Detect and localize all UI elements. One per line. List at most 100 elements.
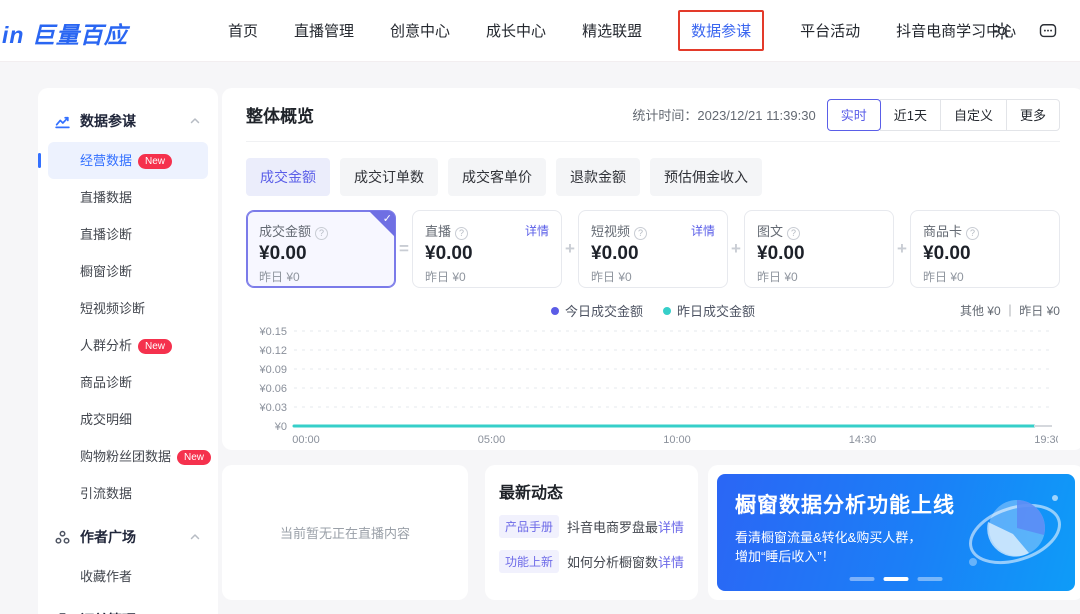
- sidebar-item-0-7[interactable]: 成交明细: [48, 401, 208, 438]
- nav-item-4[interactable]: 精选联盟: [582, 20, 642, 41]
- nav-item-6[interactable]: 平台活动: [800, 20, 860, 41]
- metric-card-2[interactable]: 短视频?详情¥0.00昨日 ¥0: [578, 210, 728, 288]
- sidebar-item-label: 引流数据: [80, 486, 132, 501]
- nav-item-5[interactable]: 数据参谋: [678, 10, 764, 51]
- new-badge: New: [177, 450, 211, 465]
- help-icon[interactable]: ?: [455, 227, 468, 240]
- svg-text:¥0.12: ¥0.12: [258, 345, 287, 357]
- settings-icon[interactable]: [992, 21, 1012, 41]
- metric-cards-row: 成交金额?¥0.00昨日 ¥0✓=直播?详情¥0.00昨日 ¥0+短视频?详情¥…: [246, 210, 1060, 288]
- nav-item-1[interactable]: 直播管理: [294, 20, 354, 41]
- chart-legend: 今日成交金额 昨日成交金额: [246, 301, 1060, 320]
- sidebar-item-0-1[interactable]: 直播数据: [48, 179, 208, 216]
- sidebar-item-0-4[interactable]: 短视频诊断: [48, 290, 208, 327]
- detail-link[interactable]: 详情: [658, 517, 684, 536]
- overview-panel: 整体概览 统计时间：2023/12/21 11:39:30 实时近1天自定义更多…: [222, 88, 1080, 450]
- metric-card-value: ¥0.00: [591, 243, 715, 265]
- metric-tab-3[interactable]: 退款金额: [556, 158, 640, 196]
- metric-tab-4[interactable]: 预估佣金收入: [650, 158, 762, 196]
- time-filter-1[interactable]: 近1天: [880, 99, 941, 131]
- help-icon[interactable]: ?: [966, 227, 979, 240]
- svg-text:¥0.06: ¥0.06: [258, 383, 287, 395]
- time-filter-2[interactable]: 自定义: [940, 99, 1007, 131]
- metric-card-head: 图文?: [757, 221, 881, 240]
- time-filter-0[interactable]: 实时: [827, 99, 881, 131]
- metric-card-4[interactable]: 商品卡?¥0.00昨日 ¥0: [910, 210, 1060, 288]
- time-filter-3[interactable]: 更多: [1006, 99, 1060, 131]
- news-item-0: 产品手册抖音电商罗盘最全最...详情: [499, 515, 684, 538]
- sidebar-item-0-3[interactable]: 橱窗诊断: [48, 253, 208, 290]
- svg-text:¥0: ¥0: [274, 421, 287, 433]
- nav-item-2[interactable]: 创意中心: [390, 20, 450, 41]
- metric-card-title: 直播?: [425, 221, 468, 240]
- svg-text:¥0.03: ¥0.03: [258, 402, 287, 414]
- sidebar-section-header-2[interactable]: 订单管理: [48, 603, 208, 614]
- sidebar-section-header-1[interactable]: 作者广场: [48, 520, 208, 554]
- legend-dot: [663, 307, 671, 315]
- metric-card-title: 商品卡?: [923, 221, 979, 240]
- chevron-up-icon: [188, 530, 202, 544]
- detail-link[interactable]: 详情: [691, 222, 715, 239]
- metric-card-head: 短视频?详情: [591, 221, 715, 240]
- metric-card-yesterday: 昨日 ¥0: [259, 268, 383, 285]
- sidebar-item-0-8[interactable]: 购物粉丝团数据 New: [48, 438, 208, 475]
- carousel-dot-1[interactable]: [884, 577, 909, 581]
- news-title: 最新动态: [499, 479, 684, 503]
- sidebar-item-label: 购物粉丝团数据: [80, 449, 171, 464]
- metric-tab-1[interactable]: 成交订单数: [340, 158, 438, 196]
- detail-link[interactable]: 详情: [525, 222, 549, 239]
- promo-banner[interactable]: 橱窗数据分析功能上线 看清橱窗流量&转化&购买人群， 增加“睡后收入”！: [717, 474, 1075, 591]
- sidebar-section-0: 数据参谋经营数据 New 直播数据直播诊断橱窗诊断短视频诊断人群分析New 商品诊断成…: [48, 104, 208, 512]
- svg-text:¥0.09: ¥0.09: [258, 364, 287, 376]
- sidebar-item-0-2[interactable]: 直播诊断: [48, 216, 208, 253]
- sidebar-item-label: 成交明细: [80, 412, 132, 427]
- sidebar-section-title: 订单管理: [80, 610, 188, 614]
- sidebar-item-label: 商品诊断: [80, 375, 132, 390]
- help-icon[interactable]: ?: [315, 227, 328, 240]
- new-badge: New: [138, 154, 172, 169]
- banner-card: 橱窗数据分析功能上线 看清橱窗流量&转化&购买人群， 增加“睡后收入”！: [708, 465, 1080, 600]
- detail-link[interactable]: 详情: [658, 552, 684, 571]
- sidebar-item-0-9[interactable]: 引流数据: [48, 475, 208, 512]
- carousel-dot-2[interactable]: [918, 577, 943, 581]
- metric-card-value: ¥0.00: [259, 243, 383, 265]
- sidebar-section-header-0[interactable]: 数据参谋: [48, 104, 208, 138]
- sidebar-section-title: 数据参谋: [80, 111, 188, 131]
- metric-card-yesterday: 昨日 ¥0: [425, 268, 549, 285]
- metric-card-0[interactable]: 成交金额?¥0.00昨日 ¥0✓: [246, 210, 396, 288]
- metric-card-value: ¥0.00: [425, 243, 549, 265]
- help-icon[interactable]: ?: [787, 227, 800, 240]
- carousel-dot-0[interactable]: [850, 577, 875, 581]
- sidebar: 数据参谋经营数据 New 直播数据直播诊断橱窗诊断短视频诊断人群分析New 商品诊断成…: [38, 88, 218, 614]
- metric-card-3[interactable]: 图文?¥0.00昨日 ¥0: [744, 210, 894, 288]
- top-navigation: in 巨量百应 首页直播管理创意中心成长中心精选联盟数据参谋平台活动抖音电商学习…: [0, 0, 1080, 62]
- main-content: 整体概览 统计时间：2023/12/21 11:39:30 实时近1天自定义更多…: [222, 88, 1080, 450]
- sidebar-item-1-0[interactable]: 收藏作者: [48, 558, 208, 595]
- carousel-dots: [850, 577, 943, 581]
- sidebar-item-0-6[interactable]: 商品诊断: [48, 364, 208, 401]
- overview-header: 整体概览 统计时间：2023/12/21 11:39:30 实时近1天自定义更多: [246, 88, 1060, 142]
- nav-action-icons: [992, 21, 1058, 41]
- metric-card-yesterday: 昨日 ¥0: [591, 268, 715, 285]
- news-text: 如何分析橱窗数据，...: [567, 552, 658, 571]
- legend-item-1[interactable]: 昨日成交金额: [663, 301, 755, 320]
- page-title: 整体概览: [246, 102, 314, 127]
- metric-card-1[interactable]: 直播? 详情 ¥0.00 昨日 ¥0: [412, 210, 562, 288]
- news-card: 最新动态 产品手册抖音电商罗盘最全最...详情功能上新如何分析橱窗数据，...详…: [485, 465, 698, 600]
- metric-tab-0[interactable]: 成交金额: [246, 158, 330, 196]
- sidebar-item-0-5[interactable]: 人群分析New: [48, 327, 208, 364]
- metric-tab-2[interactable]: 成交客单价: [448, 158, 546, 196]
- message-icon[interactable]: [1038, 21, 1058, 41]
- operator-icon: =: [396, 239, 412, 259]
- metric-card-head: 成交金额?: [259, 221, 383, 240]
- sidebar-section-items: 经营数据 New 直播数据直播诊断橱窗诊断短视频诊断人群分析New 商品诊断成交明细购…: [48, 142, 208, 512]
- brand-logo[interactable]: in 巨量百应: [2, 16, 128, 50]
- operator-icon: +: [894, 239, 910, 259]
- nav-item-3[interactable]: 成长中心: [486, 20, 546, 41]
- sidebar-item-label: 经营数据: [80, 153, 132, 168]
- nav-item-0[interactable]: 首页: [228, 20, 258, 41]
- help-icon[interactable]: ?: [634, 227, 647, 240]
- metric-card-head: 商品卡?: [923, 221, 1047, 240]
- legend-item-0[interactable]: 今日成交金额: [551, 301, 643, 320]
- sidebar-item-0-0[interactable]: 经营数据 New: [48, 142, 208, 179]
